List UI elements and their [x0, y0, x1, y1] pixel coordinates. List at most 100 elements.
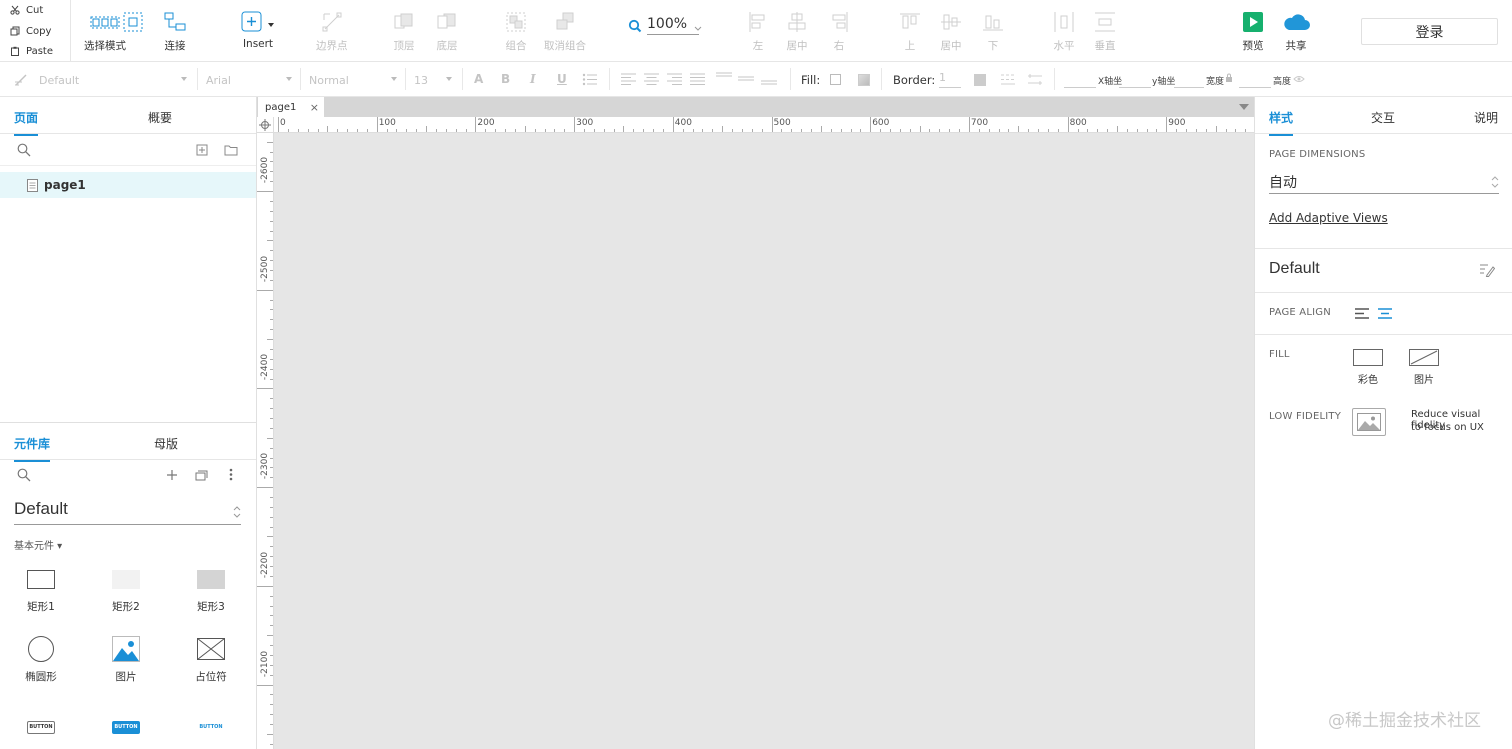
send-to-back-button[interactable]: 底层	[436, 8, 458, 53]
add-page-icon[interactable]	[196, 144, 208, 156]
edit-style-icon[interactable]	[1479, 263, 1495, 277]
valign-middle-icon[interactable]	[738, 72, 754, 85]
lock-icon[interactable]	[1225, 73, 1233, 82]
low-fidelity-toggle[interactable]	[1352, 408, 1386, 436]
line-ends-icon[interactable]	[1028, 73, 1042, 86]
ruler-corner[interactable]	[257, 117, 274, 133]
tab-outline[interactable]: 概要	[148, 109, 172, 126]
tab-style[interactable]: 样式	[1269, 109, 1294, 136]
style-select[interactable]: Default	[39, 71, 187, 89]
add-library-icon[interactable]	[166, 469, 178, 481]
tab-libraries[interactable]: 元件库	[14, 435, 51, 462]
align-left-button[interactable]: 左	[747, 8, 769, 53]
bring-to-front-button[interactable]: 顶层	[393, 8, 415, 53]
font-weight-select[interactable]: Normal	[309, 71, 397, 89]
add-folder-icon[interactable]	[224, 144, 238, 156]
text-align-center-icon[interactable]	[644, 73, 659, 85]
visibility-icon[interactable]	[1293, 75, 1305, 83]
align-page-center-icon[interactable]	[1378, 308, 1393, 319]
x-position-input[interactable]	[1064, 71, 1096, 88]
valign-top-icon[interactable]	[716, 72, 732, 85]
insert-button[interactable]: Insert	[240, 8, 276, 50]
bold-icon[interactable]: B	[501, 72, 510, 86]
align-page-left-icon[interactable]	[1355, 308, 1370, 319]
edge-points-button[interactable]: 边界点	[316, 8, 348, 53]
y-position-input[interactable]	[1119, 71, 1151, 88]
widget-button-default[interactable]: BUTTON	[6, 713, 76, 741]
category-toggle[interactable]: 基本元件 ▾	[14, 537, 62, 552]
image-icon	[112, 636, 140, 662]
widget-rectangle-2[interactable]: 矩形2	[91, 565, 161, 614]
widget-rectangle-3[interactable]: 矩形3	[176, 565, 246, 614]
bullet-list-icon[interactable]	[582, 73, 598, 86]
distribute-vertical-button[interactable]: 垂直	[1094, 8, 1116, 53]
paste-button[interactable]: Paste	[10, 42, 53, 60]
library-select[interactable]: Default	[14, 499, 241, 525]
group-button[interactable]: 组合	[505, 8, 527, 53]
border-style-icon[interactable]	[1001, 73, 1015, 86]
text-align-left-icon[interactable]	[621, 73, 636, 85]
preview-button[interactable]: 预览	[1242, 8, 1264, 53]
fill-image-option[interactable]: 图片	[1408, 349, 1440, 386]
ruler-tick	[949, 129, 951, 132]
valign-bottom-icon[interactable]	[761, 72, 777, 85]
underline-icon[interactable]: U	[557, 72, 567, 86]
paint-brush-icon	[15, 74, 27, 86]
align-bottom-button[interactable]: 下	[982, 8, 1004, 53]
align-right-button[interactable]: 右	[828, 8, 850, 53]
align-middle-button[interactable]: 居中	[940, 8, 962, 53]
select-box-button[interactable]	[122, 8, 144, 36]
font-size-select[interactable]: 13	[414, 71, 452, 89]
page-tab-page1[interactable]: page1 ×	[258, 97, 324, 117]
copy-button[interactable]: Copy	[10, 22, 51, 40]
more-vertical-icon[interactable]	[229, 468, 233, 481]
zoom-select[interactable]: 100%	[628, 16, 702, 35]
border-width-input[interactable]: 1	[939, 71, 961, 88]
library-stack-icon[interactable]	[195, 469, 209, 481]
button-preview: BUTTON	[112, 720, 140, 734]
search-icon[interactable]	[17, 468, 31, 482]
share-button[interactable]: 共享	[1281, 8, 1311, 53]
widget-image[interactable]: 图片	[91, 635, 161, 684]
select-mode-button[interactable]: 选择模式	[84, 8, 126, 53]
fill-color-option[interactable]: 彩色	[1352, 349, 1384, 386]
chevron-down-icon	[391, 77, 397, 81]
add-adaptive-views-link[interactable]: Add Adaptive Views	[1269, 211, 1388, 225]
connect-button[interactable]: 连接	[163, 8, 187, 53]
height-input[interactable]	[1239, 71, 1271, 88]
horizontal-ruler[interactable]: 0 100 200 300 400 500 600 700 800 900	[274, 117, 1254, 133]
page-dimension-select[interactable]: 自动	[1269, 172, 1499, 194]
align-middle-icon	[941, 14, 961, 30]
align-top-button[interactable]: 上	[899, 8, 921, 53]
login-button[interactable]: 登录	[1361, 18, 1498, 45]
italic-icon[interactable]: I	[530, 72, 536, 86]
page-item-page1[interactable]: page1	[0, 172, 256, 198]
chevron-down-icon[interactable]	[1239, 104, 1249, 110]
vertical-ruler[interactable]: -2600 -2500 -2400 -2300 -2200 -2100	[257, 133, 274, 749]
ungroup-button[interactable]: 取消组合	[544, 8, 586, 53]
text-justify-icon[interactable]	[690, 73, 705, 85]
tab-notes[interactable]: 说明	[1474, 109, 1498, 126]
widget-ellipse[interactable]: 椭圆形	[6, 635, 76, 684]
canvas-area[interactable]: page1 × 0 100 200 300 400 500 600 700 800 900 -26…	[257, 97, 1254, 749]
fill-color-swatch[interactable]	[830, 74, 841, 85]
shadow-swatch[interactable]	[858, 74, 870, 86]
tab-interactions[interactable]: 交互	[1371, 109, 1395, 126]
align-center-button[interactable]: 居中	[786, 8, 808, 53]
close-icon[interactable]: ×	[310, 101, 319, 114]
tab-masters[interactable]: 母版	[154, 435, 178, 452]
widget-button-primary[interactable]: BUTTON	[91, 713, 161, 741]
widget-placeholder[interactable]: 占位符	[176, 635, 246, 684]
border-color-swatch[interactable]	[974, 74, 986, 86]
text-align-right-icon[interactable]	[667, 73, 682, 85]
cut-button[interactable]: Cut	[10, 1, 43, 19]
search-icon[interactable]	[17, 143, 31, 157]
distribute-horizontal-button[interactable]: 水平	[1053, 8, 1075, 53]
tab-pages[interactable]: 页面	[14, 109, 39, 136]
font-color-icon[interactable]: A	[474, 72, 483, 86]
width-input[interactable]	[1174, 71, 1204, 88]
font-family-select[interactable]: Arial	[206, 71, 292, 89]
ruler-label: 500	[773, 118, 791, 128]
widget-button-link[interactable]: BUTTON	[176, 713, 246, 741]
widget-rectangle-1[interactable]: 矩形1	[6, 565, 76, 614]
